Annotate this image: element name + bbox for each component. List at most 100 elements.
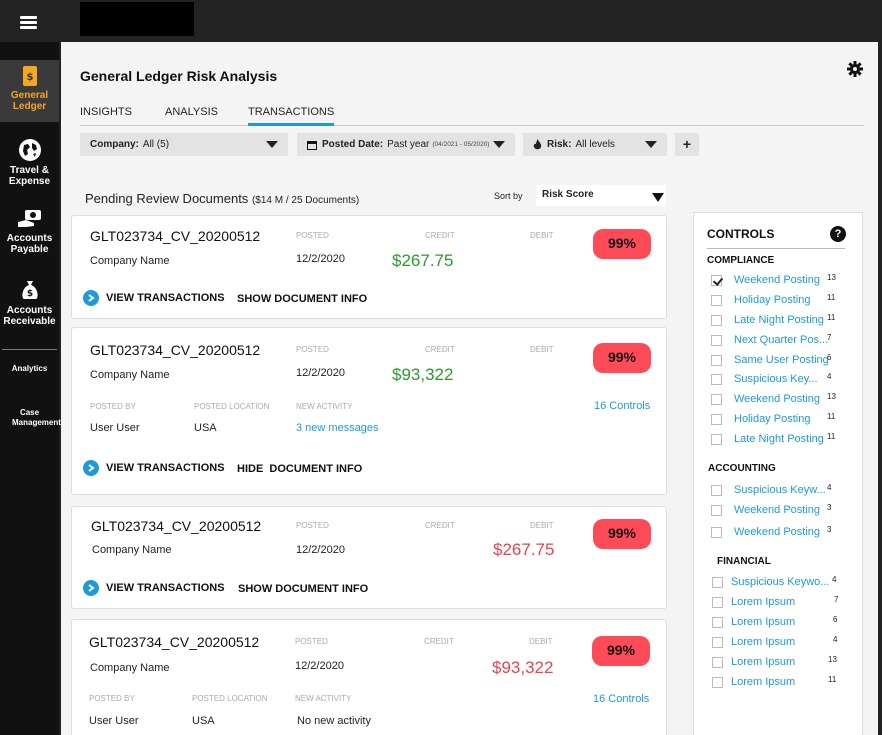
document-id: GLT023734_CV_20200512	[90, 228, 261, 244]
logo	[80, 2, 194, 36]
view-transactions-button[interactable]: VIEW TRANSACTIONS	[83, 290, 225, 306]
sidebar-item-label: Accounts Receivable	[3, 305, 56, 327]
company-filter[interactable]: Company: All (5)	[80, 133, 288, 156]
divider	[707, 248, 845, 249]
document-id: GLT023734_CV_20200512	[91, 518, 262, 534]
hide-document-info-button[interactable]: HIDE DOCUMENT INFO	[237, 463, 362, 475]
add-filter-button[interactable]: +	[675, 133, 699, 156]
control-count: 3	[827, 525, 832, 534]
sidebar-item-travel-expense[interactable]: Travel & Expense	[0, 138, 59, 187]
control-checkbox[interactable]	[711, 394, 722, 405]
control-checkbox[interactable]	[712, 577, 723, 588]
controls-link[interactable]: 16 Controls	[594, 400, 650, 412]
control-checkbox[interactable]	[711, 275, 722, 286]
document-card: GLT023734_CV_20200512 POSTED CREDIT DEBI…	[71, 506, 667, 609]
risk-score-badge[interactable]: 99%	[593, 229, 651, 259]
control-count: 4	[832, 575, 837, 584]
posted-location-label: POSTED LOCATION	[194, 402, 270, 411]
sort-select[interactable]: Risk Score	[536, 185, 666, 206]
tab-transactions[interactable]: TRANSACTIONS	[248, 106, 335, 126]
posted-label: POSTED	[296, 345, 329, 354]
control-label[interactable]: Lorem Ipsum	[731, 656, 795, 668]
credit-amount: $267.75	[392, 251, 454, 270]
control-checkbox[interactable]	[711, 374, 722, 385]
control-label[interactable]: Late Night Posting	[734, 314, 824, 326]
menu-icon[interactable]	[20, 16, 37, 29]
control-item: Holiday Posting 11	[711, 412, 861, 429]
control-checkbox[interactable]	[712, 597, 723, 608]
sidebar-item-analytics[interactable]: Analytics	[0, 364, 59, 374]
control-checkbox[interactable]	[711, 434, 722, 445]
risk-filter[interactable]: Risk: All levels	[523, 133, 667, 156]
sidebar-item-accounts-payable[interactable]: Accounts Payable	[0, 208, 59, 255]
control-checkbox[interactable]	[711, 414, 722, 425]
tab-analysis[interactable]: ANALYSIS	[165, 106, 218, 126]
main-panel: General Ledger Risk Analysis INSIGHTS AN…	[61, 42, 878, 735]
control-item: Lorem Ipsum 7	[712, 595, 862, 612]
control-label[interactable]: Lorem Ipsum	[731, 616, 795, 628]
control-label[interactable]: Lorem Ipsum	[731, 596, 795, 608]
sidebar-item-label: Accounts Payable	[6, 233, 53, 255]
calendar-icon	[307, 140, 317, 150]
posted-date: 12/2/2020	[296, 253, 345, 265]
posted-date-filter-label: Posted Date:	[322, 139, 384, 150]
control-label[interactable]: Weekend Posting	[734, 526, 820, 538]
sidebar-divider	[2, 349, 57, 350]
control-label[interactable]: Suspicious Keyw...	[734, 484, 826, 496]
control-checkbox[interactable]	[712, 617, 723, 628]
control-item: Late Night Posting 11	[711, 313, 861, 330]
control-label[interactable]: Next Quarter Pos...	[734, 334, 828, 346]
control-count: 4	[833, 635, 838, 644]
control-checkbox[interactable]	[711, 335, 722, 346]
control-label[interactable]: Lorem Ipsum	[731, 676, 795, 688]
control-count: 3	[827, 503, 832, 512]
risk-score-badge[interactable]: 99%	[593, 343, 651, 373]
posted-label: POSTED	[296, 231, 329, 240]
view-transactions-button[interactable]: VIEW TRANSACTIONS	[83, 580, 225, 596]
control-count: 7	[827, 333, 832, 342]
control-checkbox[interactable]	[712, 657, 723, 668]
risk-score-badge[interactable]: 99%	[592, 636, 650, 666]
control-label[interactable]: Weekend Posting	[734, 274, 820, 286]
view-transactions-button[interactable]: VIEW TRANSACTIONS	[83, 460, 225, 476]
gear-icon[interactable]	[847, 61, 863, 77]
control-checkbox[interactable]	[711, 315, 722, 326]
control-checkbox[interactable]	[711, 527, 722, 538]
control-count: 11	[827, 293, 836, 302]
company-name: Company Name	[92, 544, 172, 556]
posted-date-filter[interactable]: Posted Date: Past year (04/2021 - 05/202…	[297, 133, 515, 156]
risk-score-badge[interactable]: 99%	[593, 519, 651, 549]
control-checkbox[interactable]	[712, 637, 723, 648]
control-label[interactable]: Lorem Ipsum	[731, 636, 795, 648]
control-label[interactable]: Late Night Posting	[734, 433, 824, 445]
show-document-info-button[interactable]: SHOW DOCUMENT INFO	[238, 583, 368, 595]
sidebar-item-accounts-receivable[interactable]: $ Accounts Receivable	[0, 278, 59, 327]
sidebar-item-case-management[interactable]: Case Management	[0, 408, 61, 428]
payment-hand-icon	[17, 210, 41, 227]
control-count: 13	[828, 655, 837, 664]
sidebar-item-general-ledger[interactable]: $ General Ledger	[0, 60, 59, 122]
debit-label: DEBIT	[529, 637, 553, 646]
control-count: 11	[827, 432, 836, 441]
control-label[interactable]: Same User Posting	[734, 354, 829, 366]
control-count: 11	[827, 412, 836, 421]
new-activity-link[interactable]: 3 new messages	[296, 422, 379, 434]
caret-down-icon	[652, 193, 664, 202]
show-document-info-button[interactable]: SHOW DOCUMENT INFO	[237, 293, 367, 305]
control-label[interactable]: Weekend Posting	[734, 393, 820, 405]
control-checkbox[interactable]	[711, 355, 722, 366]
control-label[interactable]: Weekend Posting	[734, 504, 820, 516]
control-label[interactable]: Holiday Posting	[734, 413, 810, 425]
control-label[interactable]: Suspicious Key...	[734, 373, 818, 385]
posted-date: 12/2/2020	[295, 660, 344, 672]
control-checkbox[interactable]	[712, 677, 723, 688]
tab-insights[interactable]: INSIGHTS	[80, 106, 132, 126]
control-checkbox[interactable]	[711, 505, 722, 516]
control-checkbox[interactable]	[711, 295, 722, 306]
controls-link[interactable]: 16 Controls	[593, 693, 649, 705]
help-icon[interactable]: ?	[830, 226, 846, 242]
control-label[interactable]: Holiday Posting	[734, 294, 810, 306]
control-label[interactable]: Suspicious Keywo...	[731, 576, 829, 588]
control-checkbox[interactable]	[711, 485, 722, 496]
company-name: Company Name	[90, 662, 170, 674]
